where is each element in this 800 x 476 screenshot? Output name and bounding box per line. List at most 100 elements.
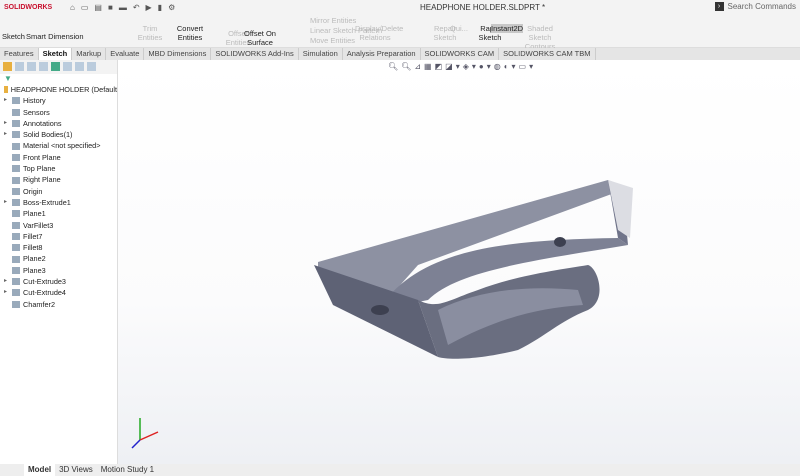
select-icon[interactable]: ▶ [146,3,152,12]
feature-icon [12,289,20,297]
feature-icon [12,255,20,263]
tree-item[interactable]: Right Plane [0,174,117,185]
bottom-tab-3d-views[interactable]: 3D Views [55,464,97,476]
tab-simulation[interactable]: Simulation [299,48,343,60]
filter-icon[interactable] [87,62,96,71]
save-icon[interactable]: ■ [108,3,113,12]
ribbon-qui-[interactable]: Qui... [450,24,468,33]
part-end-face [608,180,633,238]
ribbon-sketch[interactable]: Sketch [2,32,25,41]
ribbon-shaded-sketch-contours[interactable]: Shaded Sketch Contours [520,24,560,51]
feature-icon [12,199,20,207]
cam-tbm-icon[interactable] [75,62,84,71]
tab-solidworks-cam-tbm[interactable]: SOLIDWORKS CAM TBM [499,48,596,60]
graphics-area[interactable]: 🔍︎🔍︎⊿▦◩◪▾◈▾●▾◍◐▾▭▾ [118,60,800,464]
search-commands[interactable]: › Search Commands [714,2,796,11]
ribbon-smart-dimension[interactable]: Smart Dimension [26,32,84,41]
tree-item[interactable]: ▸ Cut-Extrude3 [0,276,117,287]
feature-icon [12,221,20,229]
tree-item[interactable]: ▸ Cut-Extrude4 [0,287,117,298]
part-model[interactable] [118,60,800,464]
open-icon[interactable]: ▤ [94,3,102,12]
tree-item[interactable]: Front Plane [0,152,117,163]
bottom-tab-model[interactable]: Model [24,464,56,476]
tree-item[interactable]: Origin [0,186,117,197]
expand-icon[interactable]: ▸ [4,129,12,140]
tree-root[interactable]: HEADPHONE HOLDER (Default [0,84,117,95]
feature-icon [12,300,20,308]
config-icon[interactable] [27,62,36,71]
heads-up-view-toolbar[interactable]: 🔍︎🔍︎⊿▦◩◪▾◈▾●▾◍◐▾▭▾ [388,62,536,71]
rebuild-icon[interactable]: ▮ [158,3,162,12]
tab-analysis-preparation[interactable]: Analysis Preparation [343,48,421,60]
ribbon-label: Shaded Sketch Contours [524,24,556,51]
tree-item-label: Front Plane [23,152,61,162]
ribbon-trim-entities[interactable]: Trim Entities [130,24,170,42]
tree-item-label: Solid Bodies(1) [23,130,73,140]
filter-icon[interactable]: ▼ [0,74,117,84]
cam-icon[interactable] [63,62,72,71]
appearance-icon[interactable] [51,62,60,71]
tree-item-label: Right Plane [23,175,61,185]
tab-solidworks-cam[interactable]: SOLIDWORKS CAM [421,48,500,60]
tree-item-label: Top Plane [23,164,56,174]
undo-icon[interactable]: ↶ [133,3,140,12]
options-icon[interactable]: ⚙ [168,3,175,12]
ribbon-move-entities[interactable]: Move Entities [310,36,355,45]
search-input[interactable]: Search Commands [728,2,796,11]
tab-mbd-dimensions[interactable]: MBD Dimensions [144,48,212,60]
ribbon-label: Offset On Surface [244,29,276,47]
triad-axes-icon [131,418,159,449]
tree-item-label: VarFillet3 [23,220,54,230]
property-icon[interactable] [15,62,24,71]
ribbon-label: Move Entities [310,36,356,45]
tree-item[interactable]: ▸ Annotations [0,118,117,129]
tab-markup[interactable]: Markup [72,48,107,60]
dimxpert-icon[interactable] [39,62,48,71]
expand-icon[interactable]: ▸ [4,287,12,298]
tree-item[interactable]: ▸ Boss-Extrude1 [0,197,117,208]
tree-item[interactable]: Chamfer2 [0,299,117,310]
tree-item[interactable]: Plane2 [0,253,117,264]
tree-toolbar [0,60,117,74]
home-icon[interactable]: ⌂ [70,3,75,12]
tab-evaluate[interactable]: Evaluate [106,48,145,60]
tree-item-label: Plane1 [23,209,46,219]
tree-item[interactable]: Fillet8 [0,242,117,253]
ribbon-label: Convert Entities [176,24,204,42]
ribbon-mirror-entities[interactable]: Mirror Entities [310,16,356,25]
ribbon-label: Display/Delete Relations [355,24,404,42]
bottom-tab-motion-study-1[interactable]: Motion Study 1 [97,464,158,476]
print-icon[interactable]: ▬ [119,3,127,12]
feature-icon [12,233,20,240]
expand-icon[interactable]: ▸ [4,118,12,129]
tree-item[interactable]: Top Plane [0,163,117,174]
tree-item[interactable]: Sensors [0,107,117,118]
tree-item[interactable]: Material <not specified> [0,140,117,151]
tree-item-label: Fillet7 [23,231,43,241]
expand-icon[interactable]: ▸ [4,276,12,287]
bottom-tabs: Model 3D Views Motion Study 1 [0,464,800,476]
tab-sketch[interactable]: Sketch [38,48,73,60]
ribbon-offset-on-surface[interactable]: Offset On Surface [240,29,280,47]
new-icon[interactable]: ▭ [81,3,89,12]
solidworks-logo[interactable]: SOLIDWORKS [4,4,56,11]
part-icon [4,86,8,94]
title-bar: SOLIDWORKS ⌂ ▭ ▤ ■ ▬ ↶ ▶ ▮ ⚙ HEADPHONE HOLDER.SL… [0,0,800,14]
tree-item[interactable]: Plane3 [0,265,117,276]
tree-item[interactable]: Plane1 [0,208,117,219]
tree-item-label: Boss-Extrude1 [23,197,71,207]
feature-tree-icon[interactable] [3,62,12,71]
tree-item[interactable]: ▸ Solid Bodies(1) [0,129,117,140]
ribbon-display-delete-relations[interactable]: Display/Delete Relations [355,24,403,42]
ribbon-instant2d[interactable]: Instant2D [491,24,524,33]
expand-icon[interactable]: ▸ [4,95,12,106]
expand-icon[interactable]: ▸ [4,197,12,208]
tab-solidworks-add-ins[interactable]: SOLIDWORKS Add-Ins [211,48,299,60]
tree-item[interactable]: VarFillet3 [0,220,117,231]
tab-features[interactable]: Features [0,48,39,60]
tree-item[interactable]: ▸ History [0,95,117,106]
ribbon-label: Trim Entities [137,24,163,42]
tree-item[interactable]: Fillet7 [0,231,117,242]
ribbon-convert-entities[interactable]: Convert Entities [170,24,210,42]
